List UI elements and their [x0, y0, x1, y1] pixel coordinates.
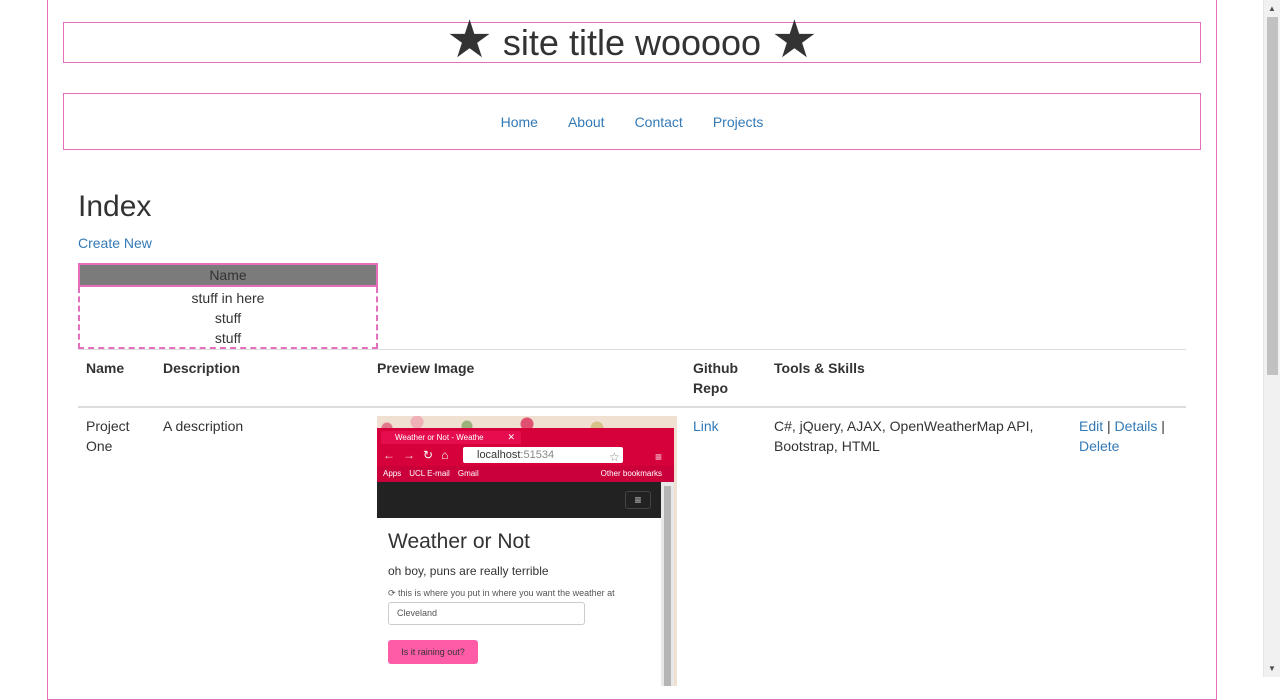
preview-navbar: ≡: [377, 482, 661, 518]
bookmark-apps: Apps: [383, 469, 402, 478]
preview-page-content: ≡ Weather or Not oh boy, puns are really…: [377, 482, 661, 686]
browser-tab-title: Weather or Not - Weathe: [395, 433, 484, 442]
page-scrollbar[interactable]: ▲ ▼: [1263, 0, 1280, 677]
bookmark-other: Other bookmarks: [600, 469, 662, 478]
column-header-github: Github Repo: [685, 349, 766, 408]
mini-table: Name stuff in here stuff stuff: [78, 263, 378, 349]
scroll-up-arrow-icon[interactable]: ▲: [1264, 0, 1280, 17]
project-description-cell: A description: [163, 418, 244, 434]
column-header-github-line1: Github: [693, 360, 739, 376]
table-row: Project One A description Weather or Not…: [78, 407, 1186, 694]
separator: |: [1161, 418, 1165, 434]
mini-table-header: Name: [78, 263, 378, 287]
bookmark-gmail: Gmail: [457, 469, 479, 478]
browser-window-screenshot: Weather or Not - Weathe ✕ ← → ↻ ⌂ localh…: [377, 428, 674, 686]
page-title: Index: [78, 190, 152, 223]
preview-app-subtitle: oh boy, puns are really terrible: [388, 564, 549, 578]
preview-scrollbar: [661, 482, 674, 686]
preview-image: Weather or Not - Weathe ✕ ← → ↻ ⌂ localh…: [377, 416, 677, 686]
address-bar: localhost:51534: [463, 447, 623, 463]
actions-cell: Edit | Details | Delete: [1071, 407, 1186, 694]
project-name-line2: One: [86, 438, 113, 454]
reload-icon: ↻: [423, 448, 434, 462]
column-header-actions: [1071, 349, 1186, 408]
preview-app-note-text: this is where you put in where you want …: [398, 588, 615, 598]
column-header-name: Name: [78, 349, 155, 408]
column-header-description: Description: [155, 349, 369, 408]
project-name-cell: Project One: [78, 407, 155, 694]
star-icon: ★: [771, 11, 818, 69]
projects-table: Name Description Preview Image Github Re…: [78, 349, 1186, 694]
project-preview-cell: Weather or Not - Weathe ✕ ← → ↻ ⌂ localh…: [369, 407, 685, 694]
preview-submit-button: Is it raining out?: [388, 640, 478, 664]
hamburger-icon: ≡: [625, 491, 651, 509]
browser-toolbar: ← → ↻ ⌂ localhost:51534 ☆ ≡: [377, 444, 674, 466]
browser-tab-bar: Weather or Not - Weathe ✕: [377, 428, 674, 444]
separator: |: [1107, 418, 1111, 434]
delete-link[interactable]: Delete: [1079, 438, 1119, 454]
nav-link-projects[interactable]: Projects: [713, 114, 764, 130]
nav-link-contact[interactable]: Contact: [635, 114, 683, 130]
address-port: :51534: [520, 449, 555, 461]
bookmark-ucl-email: UCL E-mail: [409, 469, 450, 478]
preview-scroll-thumb: [664, 486, 671, 686]
forward-icon: →: [403, 448, 415, 462]
home-icon: ⌂: [441, 448, 449, 462]
details-link[interactable]: Details: [1115, 418, 1158, 434]
main-nav: Home About Contact Projects: [63, 93, 1201, 150]
create-new-link[interactable]: Create New: [78, 235, 152, 251]
list-item: stuff in here: [191, 290, 265, 306]
mini-table-body: stuff in here stuff stuff: [78, 287, 378, 349]
edit-link[interactable]: Edit: [1079, 418, 1103, 434]
column-header-tools: Tools & Skills: [766, 349, 1071, 408]
list-item: stuff: [214, 330, 242, 346]
tools-cell: C#, jQuery, AJAX, OpenWeatherMap API, Bo…: [774, 418, 1034, 454]
column-header-preview: Preview Image: [369, 349, 685, 408]
browser-tab: Weather or Not - Weathe ✕: [381, 431, 521, 444]
project-name-line1: Project: [86, 418, 130, 434]
site-header: ★ site title wooooo ★: [63, 11, 1201, 69]
column-header-github-line2: Repo: [693, 380, 728, 396]
refresh-icon: ⟳: [388, 588, 399, 598]
github-link[interactable]: Link: [693, 418, 719, 434]
back-icon: ←: [383, 448, 395, 462]
preview-app-title: Weather or Not: [388, 530, 531, 553]
site-title: site title wooooo: [502, 22, 762, 63]
nav-link-about[interactable]: About: [568, 114, 605, 130]
scroll-down-arrow-icon[interactable]: ▼: [1264, 660, 1280, 677]
bookmarks-bar: Apps UCL E-mail Gmail Other bookmarks: [377, 466, 674, 482]
table-header-row: Name Description Preview Image Github Re…: [78, 349, 1186, 408]
list-item: stuff: [214, 310, 242, 326]
github-cell: Link: [685, 407, 766, 694]
preview-city-input: Cleveland: [388, 602, 585, 625]
nav-link-home[interactable]: Home: [501, 114, 538, 130]
preview-app-note: ⟳ this is where you put in where you wan…: [388, 583, 615, 603]
star-icon: ★: [446, 11, 493, 69]
close-icon: ✕: [507, 432, 515, 442]
scrollbar-thumb[interactable]: [1267, 17, 1278, 375]
address-host: localhost: [477, 449, 521, 461]
